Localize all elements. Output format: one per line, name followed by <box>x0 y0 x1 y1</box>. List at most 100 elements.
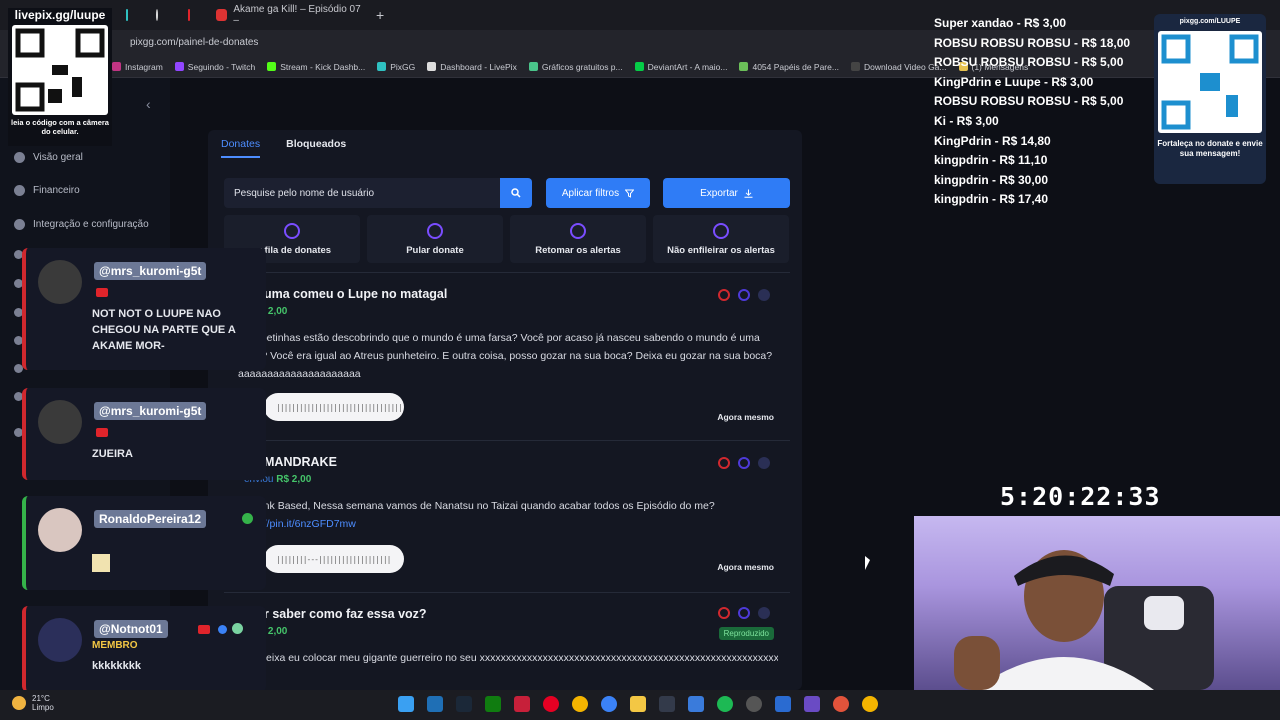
kick-icon <box>242 513 253 524</box>
app-icon[interactable] <box>804 696 820 712</box>
pinterest-icon[interactable] <box>543 696 559 712</box>
replay-icon[interactable] <box>738 607 750 619</box>
steam-icon[interactable] <box>456 696 472 712</box>
xbox-icon[interactable] <box>485 696 501 712</box>
taskbar-apps <box>398 696 878 712</box>
chrome-icon[interactable] <box>572 696 588 712</box>
bookmark-item[interactable]: Instagram <box>112 62 163 72</box>
download-icon <box>744 189 753 198</box>
donate-time: Agora mesmo <box>717 412 774 422</box>
weather-text: 21°C Limpo <box>32 694 54 712</box>
donor-entry: KingPdrin e Luupe - R$ 3,00 <box>934 74 1094 89</box>
audio-player[interactable]: ||||||||||||||||||||||||||||||||| <box>264 393 404 421</box>
donor-entry: ROBSU ROBSU ROBSU - R$ 18,00 <box>934 35 1131 50</box>
donor-entry: kingpdrin - R$ 30,00 <box>934 172 1049 187</box>
terminal-icon[interactable] <box>659 696 675 712</box>
photos-icon[interactable] <box>833 696 849 712</box>
tab-title: Akame ga Kill! – Episódio 07 – <box>233 4 361 26</box>
spotify-icon[interactable] <box>717 696 733 712</box>
action-label: Retomar os alertas <box>535 244 621 256</box>
qr-note: leia o código com a câmera do celular. <box>11 118 109 136</box>
folder-icon[interactable] <box>630 696 646 712</box>
sidebar-item-visao-geral[interactable]: Visão geral <box>14 152 83 163</box>
collapse-sidebar-icon[interactable]: ‹ <box>146 96 151 112</box>
youtube-icon <box>96 428 108 437</box>
donate-actions <box>718 289 770 301</box>
chat-message: @mrs_kuromi-g5t ZUEIRA <box>22 388 266 480</box>
bookmark-item[interactable]: Seguindo - Twitch <box>174 62 255 72</box>
adobe-icon[interactable] <box>514 696 530 712</box>
qr-title: pixgg.com/LUUPE <box>1179 18 1241 25</box>
bookmark-item[interactable]: Download Video Ga... <box>850 62 947 72</box>
calculator-icon[interactable] <box>775 696 791 712</box>
browser-icon[interactable] <box>601 696 617 712</box>
mute-icon[interactable] <box>758 457 770 469</box>
chat-username: @Notnot01 <box>94 620 168 638</box>
chrome-profile-icon[interactable] <box>862 696 878 712</box>
search-input[interactable]: Pesquise pelo nome de usuário <box>224 178 500 208</box>
resume-alerts-button[interactable]: Retomar os alertas <box>510 215 646 263</box>
url-text: pixgg.com/painel-de-donates <box>130 36 259 48</box>
apply-filters-button[interactable]: Aplicar filtros <box>546 178 650 208</box>
block-icon[interactable] <box>718 607 730 619</box>
block-icon[interactable] <box>718 457 730 469</box>
bookmark-item[interactable]: DeviantArt - A maio... <box>634 62 727 72</box>
tab-donates[interactable]: Donates <box>221 138 261 158</box>
export-label: Exportar <box>700 187 738 199</box>
qr-code <box>12 25 108 115</box>
notepad-icon[interactable] <box>688 696 704 712</box>
bookmark-item[interactable]: PixGG <box>377 62 415 72</box>
bookmark-item[interactable]: Stream - Kick Dashb... <box>267 62 365 72</box>
bell-off-icon <box>713 222 729 239</box>
mute-icon[interactable] <box>758 289 770 301</box>
donate-title: r saber como faz essa voz? <box>264 607 427 621</box>
webcam-feed <box>914 516 1280 690</box>
dont-queue-alerts-button[interactable]: Não enfileirar os alertas <box>653 215 789 263</box>
chat-text: kkkkkkkk <box>92 660 141 672</box>
played-badge: Reproduzido <box>718 627 774 640</box>
search-button[interactable] <box>500 178 532 208</box>
sidebar-item-financeiro[interactable]: Financeiro <box>14 185 80 196</box>
audio-player[interactable]: ||||||||---||||||||||||||||||| <box>264 545 404 573</box>
block-icon[interactable] <box>718 289 730 301</box>
bookmark-item[interactable]: 4054 Papéis de Pare... <box>739 61 839 72</box>
verified-icon <box>218 625 227 634</box>
obs-icon[interactable] <box>746 696 762 712</box>
bookmark-item[interactable]: Dashboard - LivePix <box>427 62 517 72</box>
sidebar-item-integracao[interactable]: Integração e configuração <box>14 219 149 230</box>
chat-username: RonaldoPereira12 <box>94 510 207 528</box>
windows-start-icon[interactable] <box>398 696 414 712</box>
bookmark-icon <box>427 62 437 71</box>
avatar <box>38 618 82 662</box>
tab-pinned-2[interactable] <box>150 4 170 26</box>
weather-widget[interactable]: 21°C Limpo <box>12 694 54 712</box>
export-button[interactable]: Exportar <box>663 178 790 208</box>
edge-icon[interactable] <box>427 696 443 712</box>
member-badge-icon <box>232 623 243 634</box>
play-icon <box>570 222 586 239</box>
tab-pinned-1[interactable] <box>120 4 140 26</box>
bookmark-label: Instagram <box>125 61 163 72</box>
bookmark-item[interactable]: Gráficos gratuitos p... <box>528 62 623 72</box>
skip-donate-button[interactable]: Pular donate <box>367 215 503 263</box>
donor-entry: ROBSU ROBSU ROBSU - R$ 5,00 <box>934 55 1124 70</box>
livepix-qr-overlay: livepix.gg/luupe leia o código com a câm… <box>8 8 112 146</box>
tab-pinned-3[interactable] <box>182 4 202 26</box>
chat-username: @mrs_kuromi-g5t <box>94 262 207 280</box>
mute-icon[interactable] <box>758 607 770 619</box>
pixgg-qr-overlay: pixgg.com/LUUPE Fortaleça no donate e en… <box>1154 14 1266 184</box>
replay-icon[interactable] <box>738 289 750 301</box>
app-sidebar <box>0 78 170 690</box>
donor-entry: kingpdrin - R$ 11,10 <box>934 153 1048 168</box>
tab-bloqueados[interactable]: Bloqueados <box>286 138 346 158</box>
message-text: e o Link Based, Nessa semana vamos de Na… <box>238 500 715 512</box>
donate-actions <box>718 457 770 469</box>
new-tab-button[interactable]: + <box>370 4 390 26</box>
tab-akame[interactable]: Akame ga Kill! – Episódio 07 – <box>210 4 368 26</box>
chat-message: @mrs_kuromi-g5t NOT NOT O LUUPE NAO CHEG… <box>22 248 266 370</box>
bookmark-label: 4054 Papéis de Pare... <box>752 61 839 72</box>
replay-icon[interactable] <box>738 457 750 469</box>
filter-icon <box>625 189 635 198</box>
stream-timer: 5:20:22:33 <box>1000 482 1161 511</box>
donor-entry: KingPdrin - R$ 14,80 <box>934 133 1051 148</box>
